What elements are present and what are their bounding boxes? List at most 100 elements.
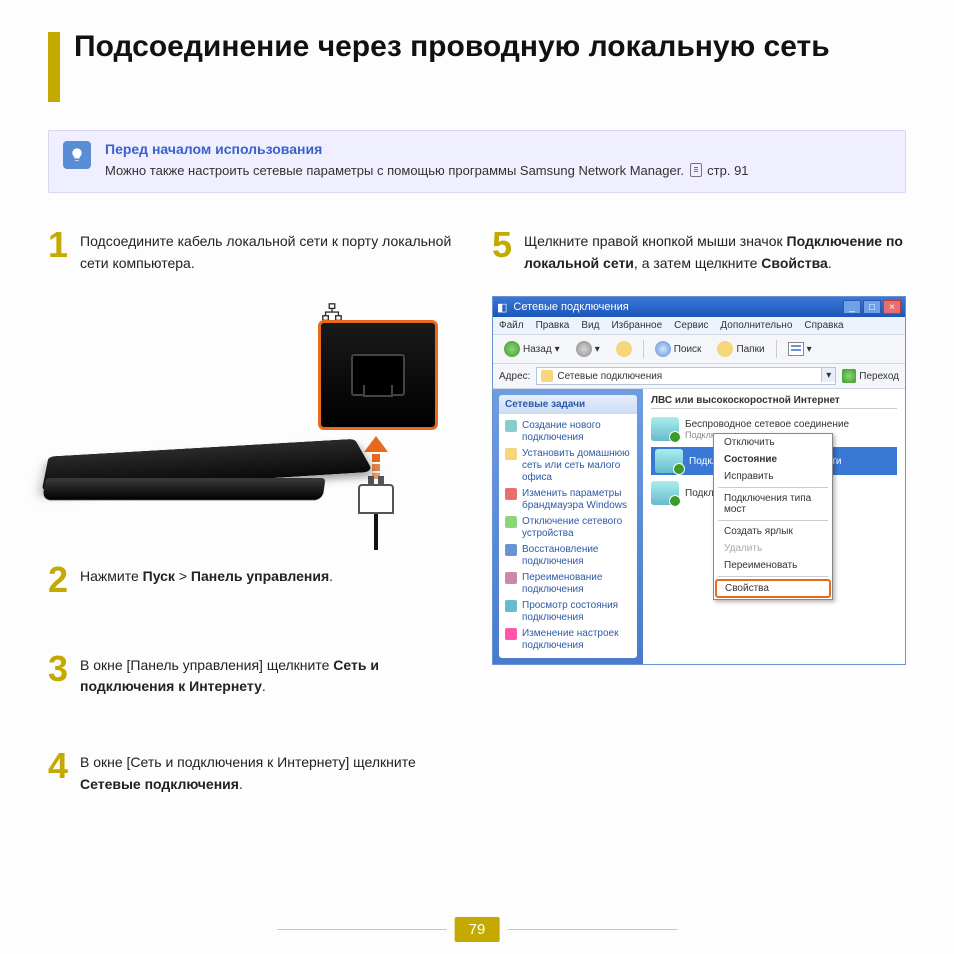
task-icon	[505, 544, 517, 556]
window-title: Сетевые подключения	[513, 301, 628, 313]
minimize-button[interactable]: _	[843, 300, 861, 314]
context-menu-item[interactable]: Свойства	[715, 579, 831, 598]
address-field[interactable]: Сетевые подключения ▾	[536, 367, 836, 385]
maximize-button[interactable]: □	[863, 300, 881, 314]
view-button[interactable]: ▾	[783, 340, 817, 358]
forward-icon	[576, 341, 592, 357]
left-column: 1 Подсоедините кабель локальной сети к п…	[48, 229, 462, 818]
side-panel-item[interactable]: Восстановление подключения	[501, 542, 635, 570]
menu-item[interactable]: Дополнительно	[720, 320, 792, 331]
folders-icon	[717, 341, 733, 357]
chevron-down-icon[interactable]: ▾	[821, 368, 835, 382]
lightbulb-icon	[63, 141, 91, 169]
address-value: Сетевые подключения	[557, 371, 662, 382]
task-icon	[505, 516, 517, 528]
page-number: 79	[277, 917, 678, 942]
laptop-body	[48, 434, 408, 494]
go-icon	[842, 369, 856, 383]
tip-heading: Перед началом использования	[105, 141, 891, 157]
step-text: Нажмите Пуск > Панель управления.	[80, 564, 333, 596]
page-title-block: Подсоединение через проводную локальную …	[48, 28, 906, 102]
tip-text: Можно также настроить сетевые параметры …	[105, 163, 891, 178]
context-menu-item[interactable]: Подключения типа мост	[714, 490, 832, 518]
context-menu-item[interactable]: Создать ярлык	[714, 523, 832, 540]
side-panel-item[interactable]: Изменение настроек подключения	[501, 626, 635, 654]
side-panel-item[interactable]: Установить домашнюю сеть или сеть малого…	[501, 446, 635, 486]
connection-name: Беспроводное сетевое соединение	[685, 419, 849, 430]
menu-item[interactable]: Справка	[804, 320, 843, 331]
ethernet-port-zoom	[318, 320, 438, 430]
step-number: 2	[48, 564, 72, 596]
task-icon	[505, 628, 517, 640]
connection-icon	[651, 417, 679, 441]
task-icon	[505, 572, 517, 584]
tip-text-body: Можно также настроить сетевые параметры …	[105, 163, 688, 178]
address-bar: Адрес: Сетевые подключения ▾ Переход	[493, 364, 905, 389]
close-button[interactable]: ×	[883, 300, 901, 314]
side-panel-item[interactable]: Просмотр состояния подключения	[501, 598, 635, 626]
step-text: Щелкните правой кнопкой мыши значок Подк…	[524, 229, 906, 274]
search-icon	[655, 341, 671, 357]
main-panel: ЛВС или высокоскоростной Интернет Беспро…	[643, 389, 905, 664]
page-number-value: 79	[455, 917, 500, 942]
menu-item[interactable]: Правка	[536, 320, 570, 331]
back-icon	[504, 341, 520, 357]
menu-item[interactable]: Избранное	[611, 320, 662, 331]
task-icon	[505, 600, 517, 612]
tip-page-ref: стр. 91	[707, 163, 748, 178]
context-menu[interactable]: ОтключитьСостояниеИсправить Подключения т…	[713, 433, 833, 600]
task-icon	[505, 448, 517, 460]
right-column: 5 Щелкните правой кнопкой мыши значок По…	[492, 229, 906, 818]
context-menu-item[interactable]: Состояние	[714, 451, 832, 468]
context-menu-item[interactable]: Исправить	[714, 468, 832, 485]
step-1: 1 Подсоедините кабель локальной сети к п…	[48, 229, 462, 274]
context-menu-separator	[718, 520, 828, 521]
menu-item[interactable]: Вид	[581, 320, 599, 331]
back-button[interactable]: Назад ▾	[499, 339, 565, 359]
window-titlebar[interactable]: ◧ Сетевые подключения _ □ ×	[493, 297, 905, 317]
laptop-illustration	[48, 304, 448, 524]
window-menubar[interactable]: Файл Правка Вид Избранное Сервис Дополнительн…	[493, 317, 905, 335]
main-panel-heading: ЛВС или высокоскоростной Интернет	[651, 395, 897, 409]
step-number: 5	[492, 229, 516, 274]
context-menu-item: Удалить	[714, 540, 832, 557]
context-menu-item[interactable]: Переименовать	[714, 557, 832, 574]
context-menu-item[interactable]: Отключить	[714, 434, 832, 451]
search-button[interactable]: Поиск	[650, 339, 707, 359]
window-icon: ◧	[497, 301, 507, 314]
menu-item[interactable]: Сервис	[674, 320, 708, 331]
side-panel-item[interactable]: Изменить параметры брандмауэра Windows	[501, 486, 635, 514]
step-4: 4 В окне [Сеть и подключения к Интернету…	[48, 750, 462, 795]
go-button[interactable]: Переход	[842, 369, 899, 383]
page-ref-icon	[690, 163, 702, 177]
step-text: В окне [Сеть и подключения к Интернету] …	[80, 750, 462, 795]
context-menu-separator	[718, 576, 828, 577]
step-text: Подсоедините кабель локальной сети к пор…	[80, 229, 462, 274]
task-icon	[505, 488, 517, 500]
forward-button[interactable]: ▾	[571, 339, 605, 359]
step-text: В окне [Панель управления] щелкните Сеть…	[80, 653, 462, 698]
connection-icon	[651, 481, 679, 505]
window-toolbar[interactable]: Назад ▾ ▾ Поиск Папки ▾	[493, 335, 905, 364]
side-panel-item[interactable]: Отключение сетевого устройства	[501, 514, 635, 542]
menu-item[interactable]: Файл	[499, 320, 524, 331]
step-3: 3 В окне [Панель управления] щелкните Се…	[48, 653, 462, 698]
page-title: Подсоединение через проводную локальную …	[74, 28, 830, 66]
task-icon	[505, 420, 517, 432]
side-panel-item[interactable]: Переименование подключения	[501, 570, 635, 598]
step-number: 4	[48, 750, 72, 795]
step-2: 2 Нажмите Пуск > Панель управления.	[48, 564, 462, 596]
windows-screenshot: ◧ Сетевые подключения _ □ × Файл Правка Ви…	[492, 296, 906, 665]
step-number: 1	[48, 229, 72, 274]
step-5: 5 Щелкните правой кнопкой мыши значок По…	[492, 229, 906, 274]
title-accent-bar	[48, 32, 60, 102]
side-panel-heading: Сетевые задачи	[499, 395, 637, 414]
side-panel: Сетевые задачи Создание нового подключен…	[493, 389, 643, 664]
folder-icon	[541, 370, 553, 382]
address-label: Адрес:	[499, 371, 530, 382]
up-button[interactable]	[611, 339, 637, 359]
view-icon	[788, 342, 804, 356]
side-panel-item[interactable]: Создание нового подключения	[501, 418, 635, 446]
folder-up-icon	[616, 341, 632, 357]
folders-button[interactable]: Папки	[712, 339, 769, 359]
